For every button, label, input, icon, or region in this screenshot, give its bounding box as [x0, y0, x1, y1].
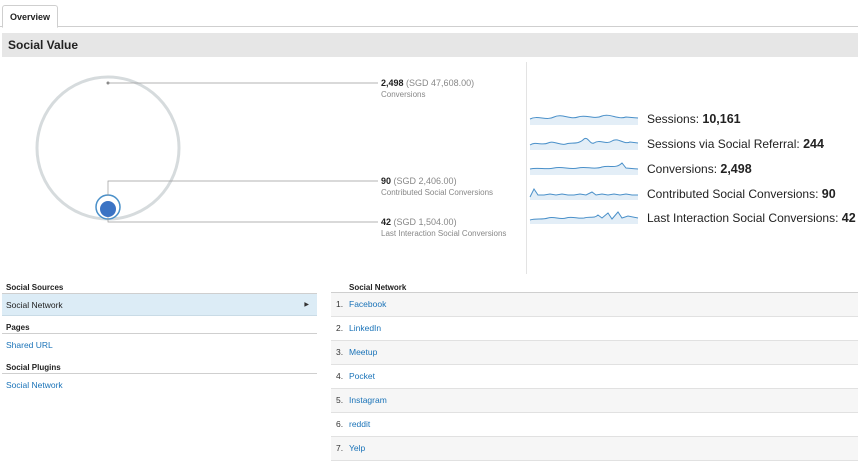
social-report-nav: Social Sources Social Network ▶ Pages Sh…	[2, 281, 317, 396]
tab-overview[interactable]: Overview	[2, 5, 59, 28]
nav-item-label: Social Network	[6, 300, 63, 310]
metric-conversions: Conversions: 2,498	[528, 158, 858, 178]
row-link-pocket[interactable]: Pocket	[349, 365, 375, 388]
contributed-connector	[107, 180, 378, 196]
row-link-linkedin[interactable]: LinkedIn	[349, 317, 381, 340]
conversions-label: Conversions	[381, 90, 426, 99]
metric-label: Last Interaction Social Conversions:	[647, 211, 839, 225]
table-row: 5. Instagram	[331, 389, 858, 413]
metric-sessions: Sessions: 10,161	[528, 108, 858, 128]
contributed-summary: 90 (SGD 2,406.00) Contributed Social Con…	[381, 176, 493, 198]
row-number: 6.	[336, 419, 344, 429]
sessions-sparkline	[529, 114, 639, 125]
tab-bar: Overview	[0, 0, 858, 28]
social-network-table: Social Network 1. Facebook 2. LinkedIn 3…	[331, 281, 858, 461]
contributed-amount: (SGD 2,406.00)	[393, 176, 457, 186]
table-row: 2. LinkedIn	[331, 317, 858, 341]
conversions-value: 2,498	[381, 78, 404, 88]
conversions-summary: 2,498 (SGD 47,608.00) Conversions	[381, 78, 474, 100]
row-number: 3.	[336, 347, 344, 357]
divider	[526, 62, 527, 274]
conversions-amount: (SGD 47,608.00)	[406, 78, 475, 88]
social-sources-heading: Social Sources	[2, 281, 317, 294]
table-row: 4. Pocket	[331, 365, 858, 389]
nav-item-plugins-social-network[interactable]: Social Network	[2, 374, 317, 396]
last-interaction-amount: (SGD 1,504.00)	[393, 217, 457, 227]
contributed-label: Contributed Social Conversions	[381, 188, 494, 197]
conversions-sparkline	[529, 162, 639, 175]
social-referral-sparkline	[529, 137, 639, 150]
row-link-facebook[interactable]: Facebook	[349, 293, 386, 316]
metric-value: 244	[803, 137, 824, 151]
metric-label: Sessions:	[647, 112, 700, 126]
last-interaction-sparkline	[529, 211, 639, 224]
contributed-sparkline	[529, 188, 638, 200]
metric-value: 2,498	[720, 162, 752, 176]
table-row: 1. Facebook	[331, 293, 858, 317]
table-row: 6. reddit	[331, 413, 858, 437]
metric-last-interaction-social-conversions: Last Interaction Social Conversions: 42	[528, 207, 858, 227]
table-row: 3. Meetup	[331, 341, 858, 365]
row-number: 7.	[336, 443, 344, 453]
metric-value: 42	[841, 211, 856, 225]
nav-item-social-network[interactable]: Social Network ▶	[2, 294, 317, 316]
contributed-value: 90	[381, 176, 392, 186]
pages-heading: Pages	[2, 321, 317, 334]
metric-label: Conversions:	[647, 162, 718, 176]
table-header: Social Network	[331, 281, 858, 293]
last-interaction-connector	[107, 217, 378, 223]
row-number: 1.	[336, 299, 344, 309]
metric-value: 10,161	[702, 112, 741, 126]
row-link-meetup[interactable]: Meetup	[349, 341, 377, 364]
page-title: Social Value	[8, 38, 79, 52]
row-link-yelp[interactable]: Yelp	[349, 437, 365, 460]
row-number: 5.	[336, 395, 344, 405]
row-number: 4.	[336, 371, 344, 381]
social-plugins-heading: Social Plugins	[2, 361, 317, 374]
metric-label: Sessions via Social Referral:	[647, 137, 800, 151]
row-link-instagram[interactable]: Instagram	[349, 389, 387, 412]
last-interaction-circle	[100, 201, 116, 217]
row-link-reddit[interactable]: reddit	[349, 413, 370, 436]
row-number: 2.	[336, 323, 344, 333]
metric-sessions-social-referral: Sessions via Social Referral: 244	[528, 133, 858, 153]
last-interaction-summary: 42 (SGD 1,504.00) Last Interaction Socia…	[381, 217, 506, 239]
last-interaction-label: Last Interaction Social Conversions	[381, 229, 507, 238]
section-header: Social Value	[2, 33, 858, 57]
last-interaction-value: 42	[381, 217, 392, 227]
table-row: 7. Yelp	[331, 437, 858, 461]
metric-value: 90	[821, 187, 836, 201]
metric-contributed-social-conversions: Contributed Social Conversions: 90	[528, 183, 858, 203]
nav-item-shared-url[interactable]: Shared URL	[2, 334, 317, 356]
caret-right-icon: ▶	[304, 302, 309, 308]
metric-label: Contributed Social Conversions:	[647, 187, 819, 201]
